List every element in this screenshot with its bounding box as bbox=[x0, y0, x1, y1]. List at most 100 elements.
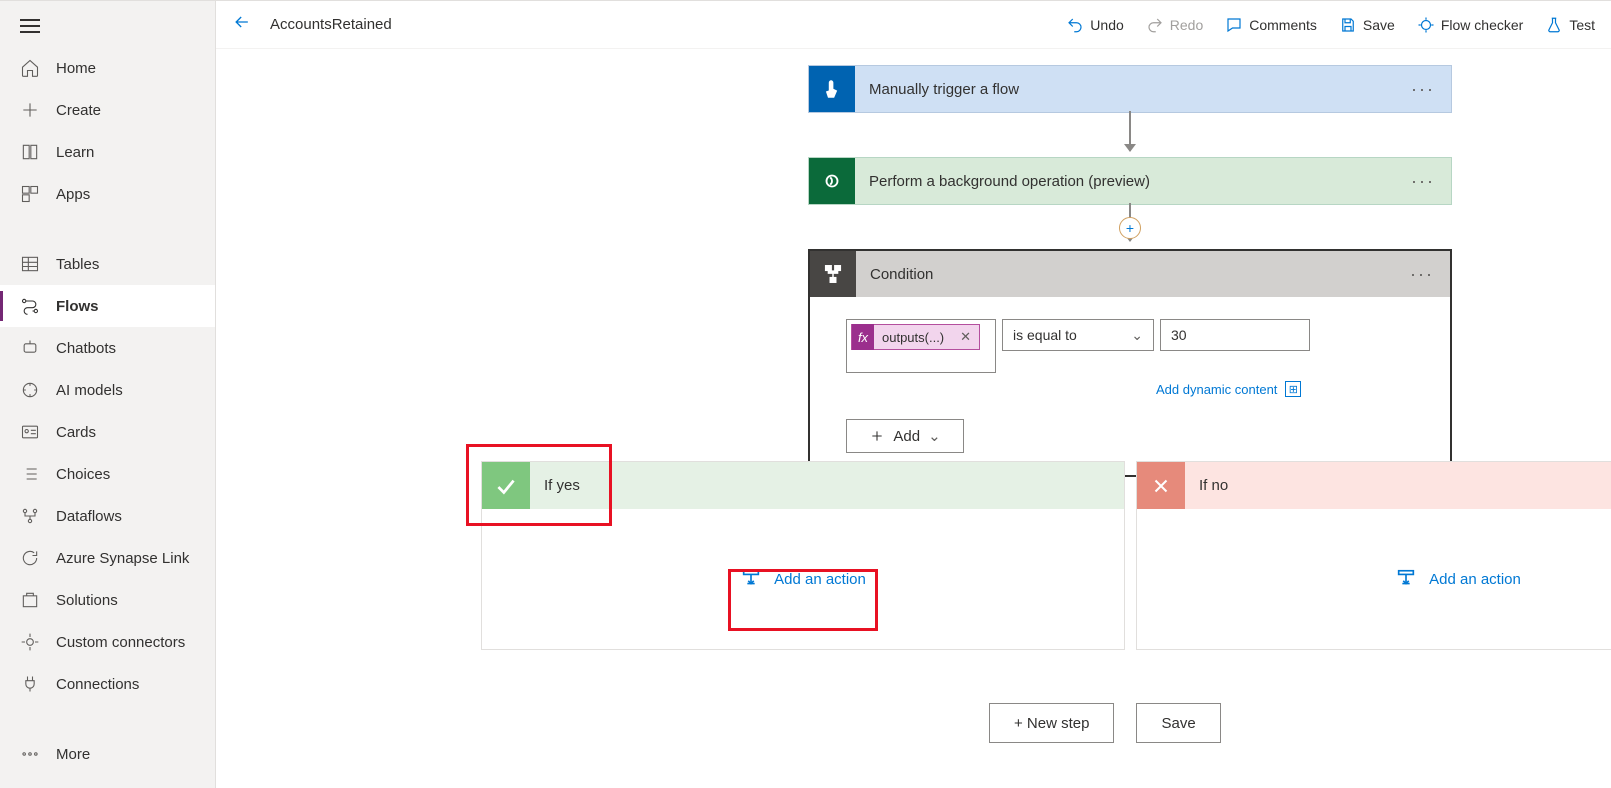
expression-token[interactable]: fx outputs(...) ✕ bbox=[851, 324, 980, 350]
action-card[interactable]: Perform a background operation (preview)… bbox=[808, 157, 1452, 205]
if-yes-title: If yes bbox=[530, 477, 580, 494]
condition-icon bbox=[810, 251, 856, 297]
operator-select[interactable]: is equal to ⌄ bbox=[1002, 319, 1154, 351]
if-no-body: Add an action bbox=[1137, 509, 1611, 649]
comments-label: Comments bbox=[1249, 17, 1317, 33]
sidebar-item-synapse[interactable]: Azure Synapse Link bbox=[0, 537, 215, 579]
comments-button[interactable]: Comments bbox=[1225, 16, 1317, 34]
sidebar-item-learn[interactable]: Learn bbox=[0, 131, 215, 173]
flow-checker-button[interactable]: Flow checker bbox=[1417, 16, 1523, 34]
if-yes-branch[interactable]: If yes Add an action bbox=[481, 461, 1125, 650]
save-label: Save bbox=[1363, 17, 1395, 33]
sidebar-item-label: Solutions bbox=[56, 592, 118, 609]
operator-label: is equal to bbox=[1013, 327, 1077, 343]
action-card-header: Perform a background operation (preview)… bbox=[809, 158, 1451, 204]
sidebar-item-solutions[interactable]: Solutions bbox=[0, 579, 215, 621]
condition-menu-button[interactable]: ··· bbox=[1394, 264, 1450, 285]
action-menu-button[interactable]: ··· bbox=[1395, 171, 1451, 192]
comment-icon bbox=[1225, 16, 1243, 34]
add-action-yes-button[interactable]: Add an action bbox=[740, 568, 866, 590]
connector-icon bbox=[20, 632, 40, 652]
sidebar-item-home[interactable]: Home bbox=[0, 47, 215, 89]
condition-card-header: Condition ··· bbox=[810, 251, 1450, 297]
sidebar-item-apps[interactable]: Apps bbox=[0, 173, 215, 215]
if-yes-header: If yes bbox=[482, 462, 1124, 509]
add-action-no-button[interactable]: Add an action bbox=[1395, 568, 1521, 590]
sidebar-item-ai-models[interactable]: AI models bbox=[0, 369, 215, 411]
insert-step-button[interactable]: + bbox=[1119, 217, 1141, 239]
sidebar-item-label: Cards bbox=[56, 424, 96, 441]
connector-arrow bbox=[1129, 111, 1131, 151]
sidebar-item-label: Apps bbox=[56, 186, 90, 203]
sidebar-item-flows[interactable]: Flows bbox=[0, 285, 215, 327]
sidebar-item-connections[interactable]: Connections bbox=[0, 663, 215, 705]
checker-icon bbox=[1417, 16, 1435, 34]
redo-button[interactable]: Redo bbox=[1146, 16, 1203, 34]
sidebar-item-choices[interactable]: Choices bbox=[0, 453, 215, 495]
condition-title: Condition bbox=[856, 266, 1394, 283]
add-action-icon bbox=[1395, 568, 1417, 590]
undo-label: Undo bbox=[1090, 17, 1123, 33]
condition-body: fx outputs(...) ✕ is equal to ⌄ 30 bbox=[810, 297, 1450, 475]
trigger-card[interactable]: Manually trigger a flow ··· bbox=[808, 65, 1452, 113]
chevron-down-icon: ⌄ bbox=[928, 427, 941, 445]
add-row-button[interactable]: Add ⌄ bbox=[846, 419, 964, 453]
sidebar-item-connectors[interactable]: Custom connectors bbox=[0, 621, 215, 663]
chatbot-icon bbox=[20, 338, 40, 358]
remove-token-button[interactable]: ✕ bbox=[952, 329, 979, 345]
action-title: Perform a background operation (preview) bbox=[855, 173, 1395, 190]
sync-icon bbox=[20, 548, 40, 568]
sidebar-item-label: Home bbox=[56, 60, 96, 77]
nav-group-more: More bbox=[0, 733, 215, 783]
plus-icon bbox=[20, 100, 40, 120]
flow-checker-label: Flow checker bbox=[1441, 17, 1523, 33]
condition-card[interactable]: Condition ··· fx outputs(...) ✕ bbox=[808, 249, 1452, 477]
dataflow-icon bbox=[20, 506, 40, 526]
touch-icon bbox=[809, 66, 855, 112]
sidebar-item-label: More bbox=[56, 746, 90, 763]
main-area: AccountsRetained Undo Redo Comments Save… bbox=[216, 1, 1611, 788]
condition-rhs-input[interactable]: 30 bbox=[1160, 319, 1310, 351]
sidebar-item-create[interactable]: Create bbox=[0, 89, 215, 131]
more-icon bbox=[20, 744, 40, 764]
save-button[interactable]: Save bbox=[1339, 16, 1395, 34]
sidebar-item-tables[interactable]: Tables bbox=[0, 243, 215, 285]
add-action-icon bbox=[740, 568, 762, 590]
add-action-label: Add an action bbox=[1429, 571, 1521, 588]
back-button[interactable] bbox=[232, 12, 252, 37]
if-no-header: If no bbox=[1137, 462, 1611, 509]
hamburger-menu-button[interactable] bbox=[0, 1, 215, 47]
list-icon bbox=[20, 464, 40, 484]
if-no-branch[interactable]: If no Add an action bbox=[1136, 461, 1611, 650]
undo-button[interactable]: Undo bbox=[1066, 16, 1123, 34]
redo-label: Redo bbox=[1170, 17, 1203, 33]
if-no-title: If no bbox=[1185, 477, 1228, 494]
sidebar-item-label: Custom connectors bbox=[56, 634, 185, 651]
sidebar-item-label: Dataflows bbox=[56, 508, 122, 525]
trigger-menu-button[interactable]: ··· bbox=[1395, 79, 1451, 100]
sidebar-item-cards[interactable]: Cards bbox=[0, 411, 215, 453]
rhs-value: 30 bbox=[1171, 327, 1187, 343]
undo-icon bbox=[1066, 16, 1084, 34]
sidebar-item-chatbots[interactable]: Chatbots bbox=[0, 327, 215, 369]
sidebar-item-label: Azure Synapse Link bbox=[56, 550, 189, 567]
flask-icon bbox=[1545, 16, 1563, 34]
sidebar-item-dataflows[interactable]: Dataflows bbox=[0, 495, 215, 537]
test-button[interactable]: Test bbox=[1545, 16, 1595, 34]
save-flow-label: Save bbox=[1161, 715, 1195, 732]
sidebar-item-more[interactable]: More bbox=[0, 733, 215, 775]
apps-icon bbox=[20, 184, 40, 204]
sidebar-item-label: AI models bbox=[56, 382, 123, 399]
add-dynamic-content-link[interactable]: Add dynamic content ⊞ bbox=[1156, 381, 1414, 397]
test-label: Test bbox=[1569, 17, 1595, 33]
new-step-button[interactable]: + New step bbox=[989, 703, 1114, 743]
condition-lhs-input[interactable]: fx outputs(...) ✕ bbox=[846, 319, 996, 373]
redo-icon bbox=[1146, 16, 1164, 34]
sidebar-item-label: Learn bbox=[56, 144, 94, 161]
close-icon bbox=[1137, 462, 1185, 509]
save-flow-button[interactable]: Save bbox=[1136, 703, 1220, 743]
hamburger-icon bbox=[20, 19, 40, 33]
fx-icon: fx bbox=[852, 324, 874, 350]
check-icon bbox=[482, 462, 530, 509]
nav-group-primary: Home Create Learn Apps bbox=[0, 47, 215, 223]
